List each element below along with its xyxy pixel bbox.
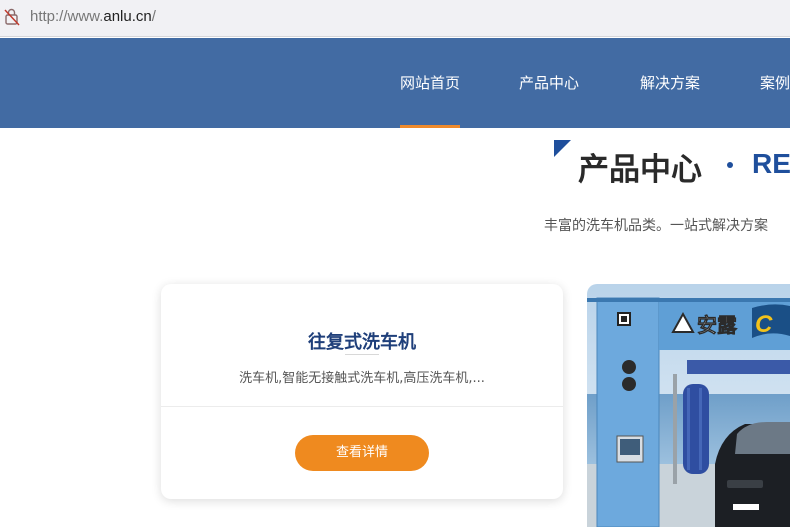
browser-address-bar[interactable]: http://www.anlu.cn/	[0, 0, 790, 37]
section-title-zh: 产品中心	[578, 152, 702, 188]
separator-dot-icon	[727, 162, 733, 168]
section-title-en: REI	[752, 148, 790, 179]
corner-mark-icon	[554, 140, 571, 157]
svg-text:C: C	[755, 311, 773, 338]
main-navigation: 网站首页 产品中心 解决方案 案例	[0, 38, 790, 128]
nav-item-products[interactable]: 产品中心	[519, 38, 579, 128]
url-suffix: /	[151, 8, 156, 25]
view-details-button[interactable]: 查看详情	[295, 435, 429, 471]
url-text[interactable]: http://www.anlu.cn/	[30, 8, 156, 25]
product-card: 往复式洗车机 洗车机,智能无接触式洗车机,高压洗车机,... 查看详情	[161, 284, 563, 499]
product-card-description: 洗车机,智能无接触式洗车机,高压洗车机,...	[239, 371, 485, 386]
insecure-lock-icon[interactable]	[4, 8, 20, 26]
section-subtitle: 丰富的洗车机品类。一站式解决方案	[544, 218, 768, 234]
url-host: anlu.cn	[103, 8, 152, 25]
brand-logo-text: 安露	[697, 313, 738, 337]
url-prefix: http://www.	[30, 8, 104, 25]
nav-item-cases[interactable]: 案例	[760, 38, 790, 128]
title-underline	[345, 354, 379, 355]
nav-item-solutions[interactable]: 解决方案	[640, 38, 700, 128]
card-divider	[161, 406, 563, 407]
product-card-title[interactable]: 往复式洗车机	[161, 328, 563, 354]
nav-item-home[interactable]: 网站首页	[400, 38, 460, 128]
product-image-car-wash[interactable]: 安露 C	[587, 284, 790, 527]
